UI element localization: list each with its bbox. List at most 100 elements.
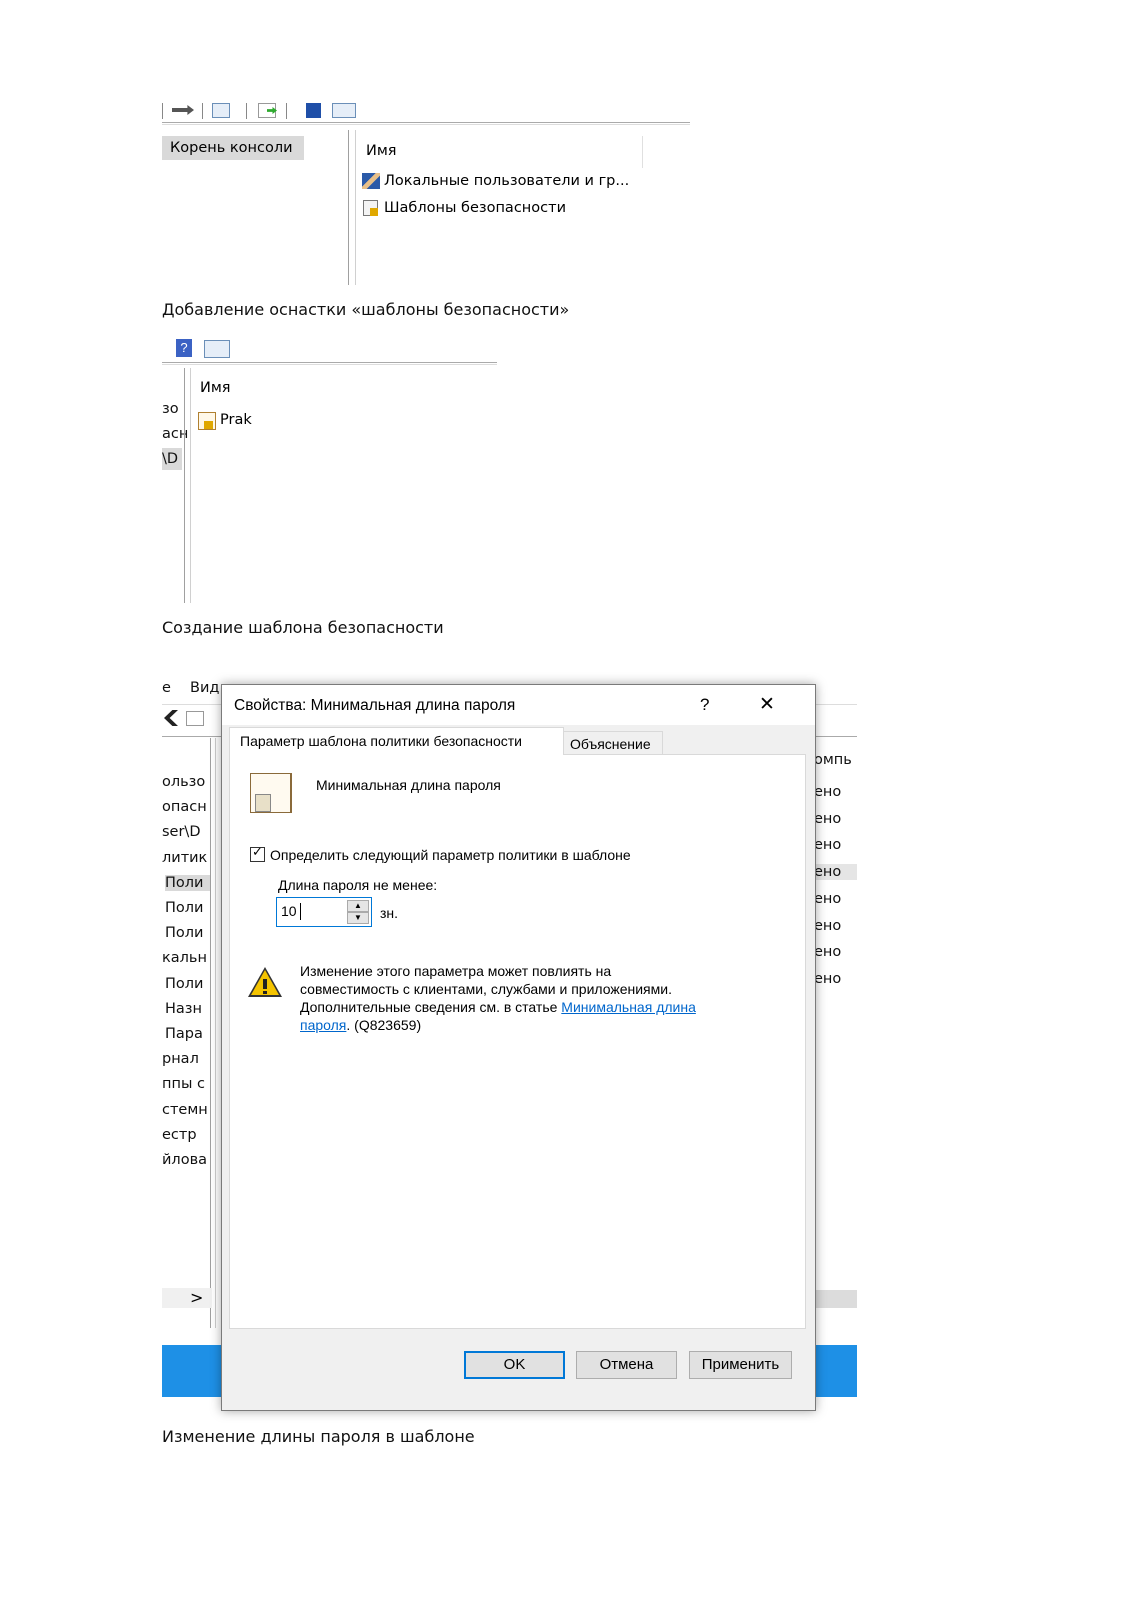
- toolbar: [162, 100, 690, 122]
- tree-item-fragment[interactable]: ппы с: [162, 1076, 205, 1092]
- pane-splitter[interactable]: [348, 130, 349, 285]
- properties-icon[interactable]: [186, 711, 204, 726]
- column-divider: [642, 136, 643, 168]
- tree-item-fragment[interactable]: йлова: [162, 1152, 207, 1168]
- tree-item-fragment[interactable]: Назн: [165, 1001, 202, 1017]
- kb-article-link[interactable]: Минимальная длина: [561, 999, 696, 1015]
- users-group-icon: [362, 173, 380, 189]
- ok-button[interactable]: OK: [464, 1351, 565, 1379]
- show-hide-tree-icon[interactable]: [212, 103, 230, 118]
- tree-item-fragment[interactable]: стемн: [162, 1102, 208, 1118]
- toolbar-border: [162, 122, 690, 123]
- policy-value-fragment: ено: [814, 944, 842, 961]
- tree-item-fragment[interactable]: Пара: [165, 1026, 203, 1042]
- caption-figure-1: Добавление оснастки «шаблоны безопасност…: [162, 300, 570, 319]
- tree-item-fragment[interactable]: кальн: [162, 950, 207, 966]
- menu-view[interactable]: Вид: [190, 680, 219, 696]
- warning-line: совместимость с клиентами, службами и пр…: [300, 981, 672, 997]
- security-template-icon: [363, 200, 378, 216]
- dialog-titlebar[interactable]: Свойства: Минимальная длина пароля ? ✕: [222, 685, 815, 725]
- policy-value-fragment: ено: [814, 890, 842, 907]
- policy-value-fragment: ено: [814, 784, 842, 800]
- policy-value-fragment: ено: [814, 970, 842, 987]
- list-item[interactable]: Prak: [198, 410, 318, 432]
- back-arrow-icon[interactable]: [164, 710, 178, 726]
- pane-splitter: [190, 368, 191, 603]
- tab-explanation[interactable]: Объяснение: [563, 731, 663, 755]
- action-pane-icon[interactable]: [332, 103, 356, 118]
- warning-line-text: Дополнительные сведения см. в статье: [300, 999, 562, 1015]
- kb-article-link-cont[interactable]: пароля: [300, 1017, 346, 1033]
- apply-button[interactable]: Применить: [689, 1351, 792, 1379]
- pane-splitter: [210, 738, 211, 1328]
- arrow-icon[interactable]: [172, 105, 194, 115]
- caption-figure-2: Создание шаблона безопасности: [162, 618, 444, 637]
- tree-item-fragment[interactable]: Поли: [165, 925, 203, 941]
- action-pane-icon[interactable]: [204, 340, 230, 358]
- figure-1-screenshot: Корень консоли Имя Локальные пользовател…: [162, 100, 690, 285]
- column-header-fragment[interactable]: омпь: [814, 752, 852, 768]
- toolbar-border: [162, 362, 497, 363]
- tree-item-fragment[interactable]: опасн: [162, 799, 207, 815]
- help-icon[interactable]: [306, 103, 321, 118]
- scroll-right-icon[interactable]: >: [190, 1288, 203, 1307]
- toolbar-border: [162, 364, 497, 365]
- list-item-label: Локальные пользователи и гр...: [384, 173, 630, 189]
- spin-down-button[interactable]: ▼: [347, 912, 369, 924]
- column-header-name[interactable]: Имя: [366, 143, 397, 159]
- tree-item-fragment[interactable]: Поли: [165, 874, 210, 891]
- define-policy-checkbox[interactable]: ✓: [250, 845, 265, 862]
- tree-item-fragment[interactable]: ser\D: [162, 824, 201, 840]
- policy-value-fragment: ено: [814, 864, 857, 881]
- policy-value-fragment: ено: [814, 810, 842, 827]
- column-header-name[interactable]: Имя: [200, 380, 231, 396]
- tree-item-fragment[interactable]: естр: [162, 1127, 197, 1143]
- warning-text: Изменение этого параметра может повлиять…: [300, 962, 770, 1034]
- close-button[interactable]: ✕: [759, 693, 775, 716]
- tree-item-fragment[interactable]: Поли: [165, 976, 203, 992]
- length-spinbox[interactable]: 10 ▲ ▼: [276, 897, 372, 927]
- tree-item-fragment[interactable]: Поли: [165, 900, 203, 916]
- dialog-title: Свойства: Минимальная длина пароля: [234, 697, 516, 714]
- help-button[interactable]: ?: [700, 695, 709, 715]
- spin-up-button[interactable]: ▲: [347, 900, 369, 912]
- menu-fragment[interactable]: е: [162, 680, 171, 696]
- pane-splitter: [355, 130, 356, 285]
- text-caret: [300, 903, 301, 920]
- warning-icon: [248, 967, 282, 997]
- properties-dialog: Свойства: Минимальная длина пароля ? ✕ П…: [221, 684, 816, 1411]
- cancel-button[interactable]: Отмена: [576, 1351, 677, 1379]
- warning-kb-id: . (Q823659): [346, 1017, 422, 1033]
- checkmark-icon: ✓: [252, 845, 263, 860]
- list-item[interactable]: Шаблоны безопасности: [362, 199, 662, 219]
- tab-policy-setting[interactable]: Параметр шаблона политики безопасности: [229, 727, 564, 755]
- tab-panel: Минимальная длина пароля ✓ Определить сл…: [229, 754, 806, 1329]
- tree-item-fragment[interactable]: ользо: [162, 774, 205, 790]
- caption-figure-3: Изменение длины пароля в шаблоне: [162, 1427, 475, 1446]
- tree-item-fragment[interactable]: рнал: [162, 1051, 199, 1067]
- list-item-label: Prak: [220, 412, 252, 428]
- toolbar-separator: [286, 103, 287, 119]
- toolbar-separator: [202, 103, 203, 119]
- policy-document-icon: [250, 773, 292, 813]
- help-icon[interactable]: ?: [176, 339, 192, 357]
- unit-label: зн.: [380, 905, 399, 921]
- tree-root-item[interactable]: Корень консоли: [162, 136, 304, 160]
- list-item[interactable]: Локальные пользователи и гр...: [362, 172, 662, 192]
- warning-line: Дополнительные сведения см. в статье Мин…: [300, 998, 770, 1016]
- export-list-icon[interactable]: [258, 103, 277, 118]
- tree-item-fragment[interactable]: литик: [162, 850, 207, 866]
- figure-2-screenshot: ? зо асн \D Имя Prak: [162, 338, 497, 603]
- define-policy-label[interactable]: Определить следующий параметр политики в…: [270, 847, 631, 863]
- tree-scrollbar[interactable]: >: [162, 1288, 212, 1308]
- template-icon: [198, 412, 216, 430]
- length-value[interactable]: 10: [281, 903, 297, 919]
- policy-value-fragment: ено: [814, 837, 842, 854]
- tree-fragment-selected[interactable]: \D: [162, 448, 182, 470]
- warning-line: Изменение этого параметра может повлиять…: [300, 963, 612, 979]
- toolbar-border: [162, 124, 690, 125]
- toolbar-separator: [162, 103, 163, 119]
- policy-name: Минимальная длина пароля: [316, 777, 501, 793]
- pane-splitter[interactable]: [184, 368, 185, 603]
- length-label: Длина пароля не менее:: [278, 877, 438, 893]
